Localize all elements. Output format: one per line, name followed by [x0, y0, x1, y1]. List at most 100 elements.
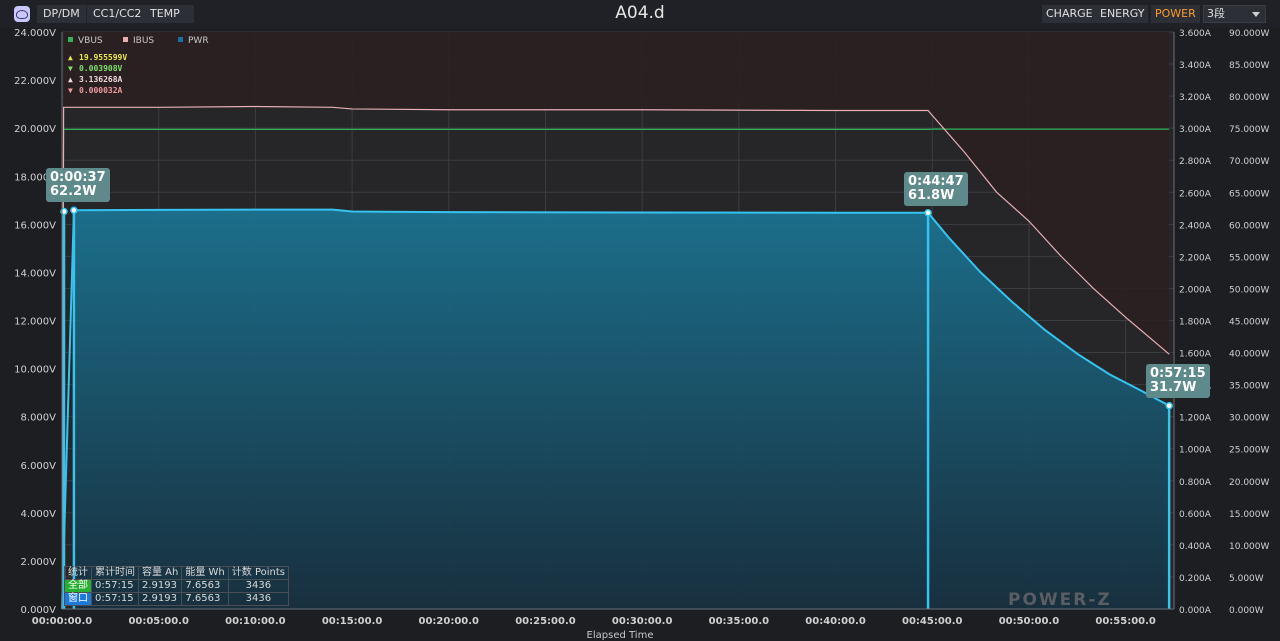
power-chart[interactable]: 0.000V 2.000V 4.000V 6.000V 8.000V 10.000V 12.… — [0, 0, 1280, 640]
y-tick-label-power: 80.000W — [1229, 93, 1269, 103]
y-tick-label-voltage: 6.000V — [21, 461, 57, 472]
stats-header: 累计时间 — [91, 566, 139, 580]
y-tick-label-current: 2.600A — [1179, 189, 1212, 199]
x-axis-label: Elapsed Time — [586, 630, 654, 641]
y-tick-label-voltage: 2.000V — [21, 557, 57, 568]
y-tick-label-power: 70.000W — [1229, 157, 1269, 167]
stats-cell: 全部 — [64, 579, 92, 593]
y-tick-label-power: 85.000W — [1229, 61, 1269, 71]
y-tick-label-voltage: 22.000V — [14, 76, 56, 87]
y-tick-label-current: 2.000A — [1179, 285, 1212, 295]
y-tick-label-current: 0.200A — [1179, 574, 1212, 584]
y-tick-label-current: 3.400A — [1179, 61, 1212, 71]
stats-header: 计数 Points — [227, 566, 289, 580]
cursor-callout: 0:00:37 62.2W — [46, 168, 110, 202]
y-tick-label-voltage: 4.000V — [21, 509, 57, 520]
stats-cell: 2.9193 — [137, 592, 183, 606]
y-tick-label-power: 75.000W — [1229, 125, 1269, 135]
stats-row-all: 全部 0:57:15 2.9193 7.6563 3436 — [64, 579, 289, 593]
y-tick-label-power: 5.000W — [1229, 574, 1264, 584]
y-tick-label-power: 35.000W — [1229, 382, 1269, 392]
y-tick-label-power: 90.000W — [1229, 29, 1269, 39]
x-tick-label: 00:15:00.0 — [322, 616, 383, 627]
legend-label: PWR — [188, 36, 209, 46]
down-arrow-icon: ▼ — [68, 64, 73, 73]
stats-cell: 窗口 — [64, 592, 92, 606]
stats-cell: 0:57:15 — [91, 579, 139, 593]
legend-swatch — [68, 37, 73, 42]
readout-value: 0.003908V — [79, 64, 123, 73]
y-tick-label-current: 3.000A — [1179, 125, 1212, 135]
y-tick-label-power: 15.000W — [1229, 510, 1269, 520]
stats-cell: 3436 — [227, 579, 289, 593]
y-tick-label-voltage: 20.000V — [14, 124, 56, 135]
cursor-point — [70, 206, 78, 214]
x-tick-label: 00:10:00.0 — [225, 616, 286, 627]
y-tick-label-power: 40.000W — [1229, 350, 1269, 360]
x-tick-label: 00:30:00.0 — [612, 616, 673, 627]
y-tick-label-voltage: 16.000V — [14, 220, 56, 231]
y-tick-label-power: 20.000W — [1229, 478, 1269, 488]
stats-cell: 7.6563 — [181, 579, 229, 593]
y-tick-label-current: 0.600A — [1179, 510, 1212, 520]
y-tick-label-voltage: 8.000V — [21, 413, 57, 424]
stats-row-window: 窗口 0:57:15 2.9193 7.6563 3436 — [64, 592, 289, 606]
x-tick-label: 00:40:00.0 — [805, 616, 866, 627]
stats-header: 能量 Wh — [181, 566, 229, 580]
callout-time: 0:57:15 — [1150, 366, 1206, 381]
y-tick-label-current: 1.200A — [1179, 414, 1212, 424]
y-tick-label-power: 60.000W — [1229, 221, 1269, 231]
y-tick-label-power: 30.000W — [1229, 414, 1269, 424]
y-tick-label-current: 0.400A — [1179, 542, 1212, 552]
y-tick-label-voltage: 14.000V — [14, 268, 56, 279]
callout-power: 62.2W — [50, 184, 97, 199]
readout-value: 3.136268A — [79, 75, 123, 84]
stats-cell: 7.6563 — [181, 592, 229, 606]
y-tick-label-current: 3.600A — [1179, 29, 1212, 39]
y-tick-label-power: 25.000W — [1229, 446, 1269, 456]
brand-logo: POWER-Z — [1008, 590, 1112, 610]
stats-header-row: 统计 累计时间 容量 Ah 能量 Wh 计数 Points — [64, 566, 289, 580]
legend-label: VBUS — [78, 36, 103, 46]
y-tick-label-current: 2.400A — [1179, 221, 1212, 231]
y-tick-label-power: 45.000W — [1229, 318, 1269, 328]
stats-table: 统计 累计时间 容量 Ah 能量 Wh 计数 Points 全部 0:57:15… — [64, 566, 289, 606]
x-tick-label: 00:35:00.0 — [709, 616, 770, 627]
stats-cell: 3436 — [227, 592, 289, 606]
legend-swatch — [123, 37, 128, 42]
y-tick-label-current: 2.200A — [1179, 253, 1212, 263]
y-tick-label-power: 55.000W — [1229, 253, 1269, 263]
y-tick-label-power: 10.000W — [1229, 542, 1269, 552]
up-arrow-icon: ▲ — [68, 53, 73, 62]
y-tick-label-current: 1.000A — [1179, 446, 1212, 456]
y-tick-label-voltage: 10.000V — [14, 365, 56, 376]
legend-label: IBUS — [133, 36, 154, 46]
stats-header: 容量 Ah — [137, 566, 183, 580]
readout-value: 19.955599V — [79, 53, 127, 62]
callout-power: 61.8W — [908, 188, 955, 203]
y-tick-label-voltage: 0.000V — [21, 605, 57, 616]
cursor-point — [1165, 402, 1173, 410]
y-tick-label-voltage: 12.000V — [14, 317, 56, 328]
cursor-callout: 0:44:47 61.8W — [904, 172, 968, 206]
x-tick-label: 00:00:00.0 — [32, 616, 93, 627]
x-tick-label: 00:25:00.0 — [515, 616, 576, 627]
y-tick-label-voltage: 24.000V — [14, 28, 56, 39]
y-tick-label-current: 0.800A — [1179, 478, 1212, 488]
x-tick-label: 00:50:00.0 — [999, 616, 1060, 627]
stats-cell: 0:57:15 — [91, 592, 139, 606]
cursor-point — [924, 209, 932, 217]
y-tick-label-power: 65.000W — [1229, 189, 1269, 199]
y-tick-label-current: 1.800A — [1179, 318, 1212, 328]
y-tick-label-current: 2.800A — [1179, 157, 1212, 167]
y-tick-label-current: 1.600A — [1179, 350, 1212, 360]
x-tick-label: 00:20:00.0 — [419, 616, 480, 627]
x-tick-label: 00:45:00.0 — [902, 616, 963, 627]
stats-header: 统计 — [64, 566, 92, 580]
down-arrow-icon: ▼ — [68, 86, 73, 95]
stats-cell: 2.9193 — [137, 579, 183, 593]
legend-swatch — [178, 37, 183, 42]
y-tick-label-power: 50.000W — [1229, 285, 1269, 295]
x-tick-label: 00:05:00.0 — [128, 616, 189, 627]
callout-time: 0:00:37 — [50, 170, 106, 185]
